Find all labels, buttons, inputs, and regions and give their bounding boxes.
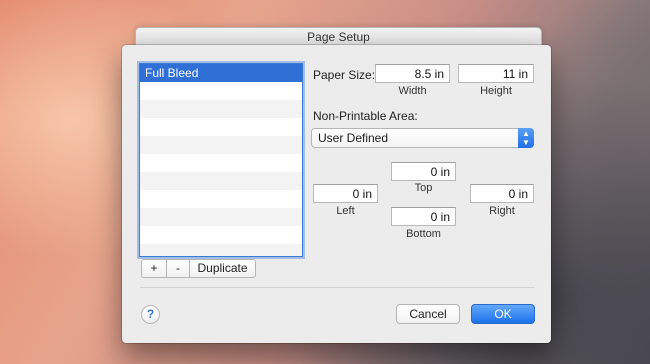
footer-divider <box>140 287 535 288</box>
list-item-empty <box>140 118 302 136</box>
list-item-empty <box>140 226 302 244</box>
top-caption: Top <box>414 182 433 194</box>
paper-size-list[interactable]: Full Bleed <box>139 63 303 257</box>
paper-height-field[interactable]: 11 in <box>458 64 534 83</box>
list-item-empty <box>140 208 302 226</box>
list-item-empty <box>140 172 302 190</box>
bottom-caption: Bottom <box>406 228 441 240</box>
list-item-empty <box>140 100 302 118</box>
list-item-empty <box>140 82 302 100</box>
help-button[interactable]: ? <box>141 305 160 324</box>
list-item-full-bleed[interactable]: Full Bleed <box>140 64 302 82</box>
cancel-button[interactable]: Cancel <box>396 304 460 324</box>
non-printable-area-label: Non-Printable Area: <box>313 109 418 123</box>
paper-width-field[interactable]: 8.5 in <box>375 64 450 83</box>
non-printable-area-select[interactable]: User Defined ▲ ▼ <box>311 128 534 148</box>
paper-size-label: Paper Size: <box>313 68 376 82</box>
duplicate-button[interactable]: Duplicate <box>189 259 256 278</box>
window-title: Page Setup <box>135 27 542 47</box>
width-caption: Width <box>398 85 427 97</box>
margin-bottom-field[interactable]: 0 in <box>391 207 456 226</box>
margin-right-field[interactable]: 0 in <box>470 184 534 203</box>
right-caption: Right <box>489 205 515 217</box>
list-item-empty <box>140 244 302 256</box>
add-button[interactable]: + <box>141 259 166 278</box>
margin-left-field[interactable]: 0 in <box>313 184 378 203</box>
select-value: User Defined <box>318 131 389 145</box>
list-item-empty <box>140 190 302 208</box>
left-caption: Left <box>336 205 355 217</box>
chevron-up-down-icon: ▲ ▼ <box>518 128 534 148</box>
margin-top-field[interactable]: 0 in <box>391 162 456 181</box>
ok-button[interactable]: OK <box>471 304 535 324</box>
list-item-empty <box>140 154 302 172</box>
remove-button[interactable]: - <box>166 259 189 278</box>
height-caption: Height <box>480 85 512 97</box>
list-edit-controls: + - Duplicate <box>141 259 256 278</box>
list-item-empty <box>140 136 302 154</box>
